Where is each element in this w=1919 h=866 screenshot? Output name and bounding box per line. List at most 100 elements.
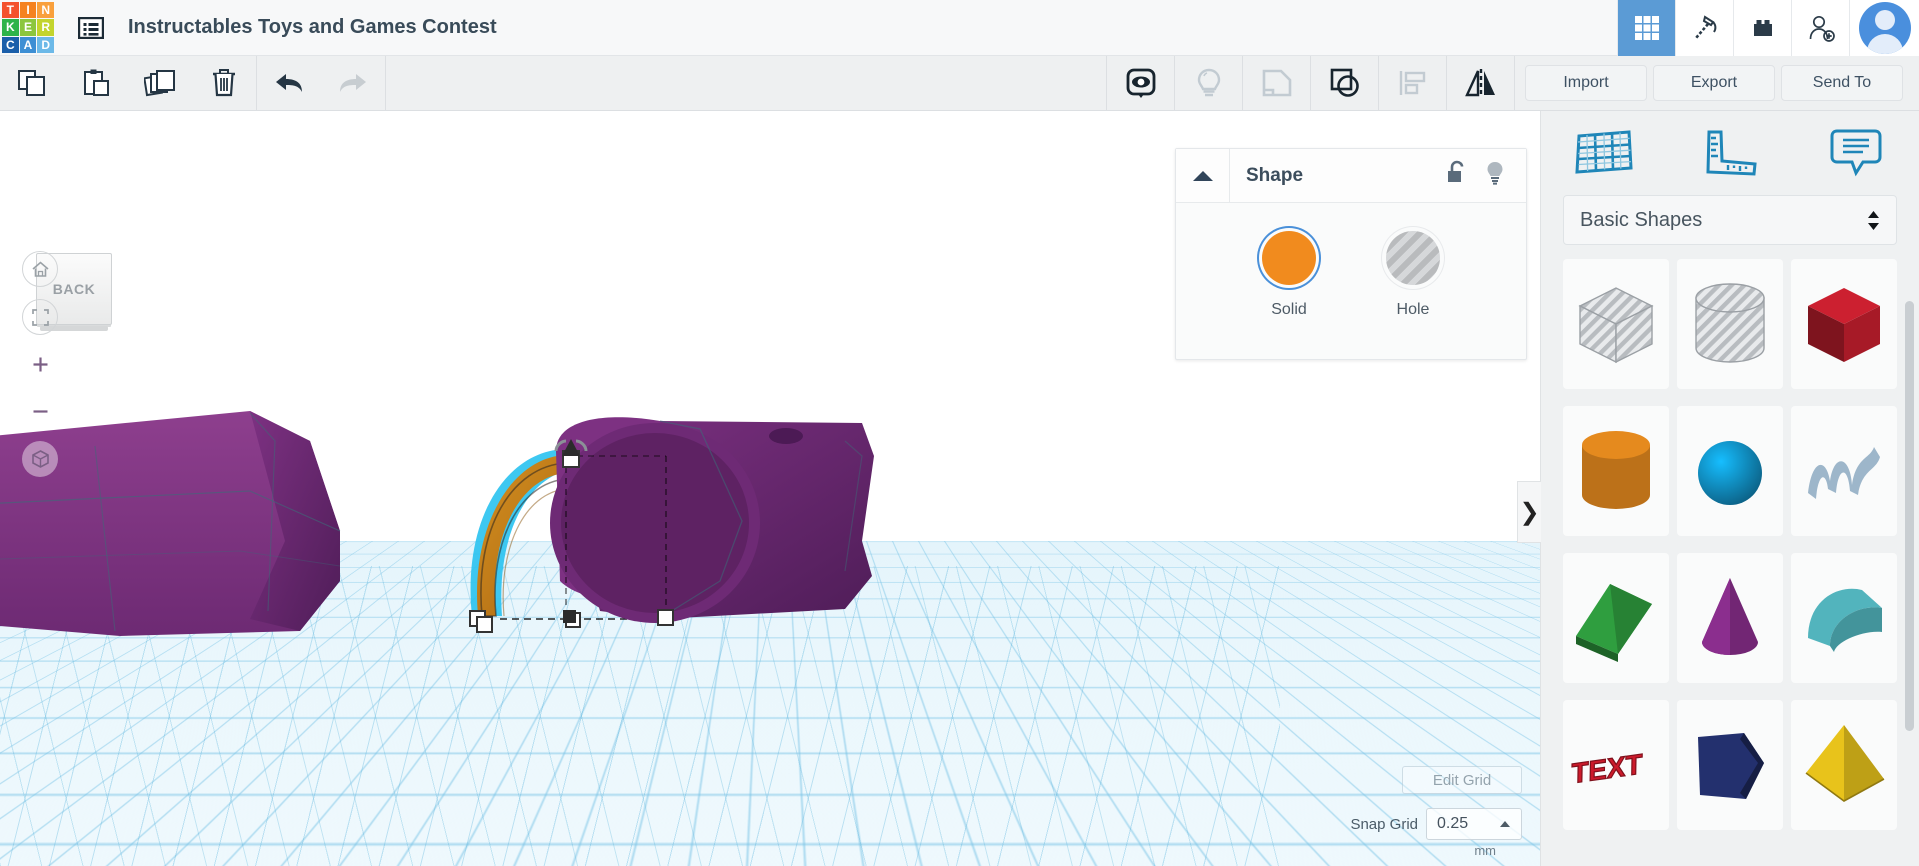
app-header: TIN KER CAD Instructables Toys and Games C… <box>0 0 1919 56</box>
hole-box-shape[interactable] <box>1563 259 1669 389</box>
duplicate-icon[interactable] <box>128 56 192 111</box>
tinkercad-app: TIN KER CAD Instructables Toys and Games C… <box>0 0 1919 866</box>
mirror-icon[interactable] <box>1446 55 1514 111</box>
shape-panel-header: Shape <box>1176 149 1526 203</box>
lightbulb-icon[interactable] <box>1484 160 1506 191</box>
add-person-icon[interactable] <box>1791 0 1849 56</box>
export-button[interactable]: Export <box>1653 65 1775 101</box>
blocks-icon[interactable] <box>1733 0 1791 56</box>
green-roof-shape[interactable] <box>1563 553 1669 683</box>
blue-sphere-shape-thumb <box>1698 441 1762 505</box>
sidebar-tabs <box>1541 111 1919 195</box>
shape-gallery: TEXT <box>1563 259 1897 839</box>
shape-properties-panel: Shape Solid Hole <box>1175 148 1527 360</box>
pickaxe-icon[interactable] <box>1675 0 1733 56</box>
sidebar-scrollbar[interactable] <box>1905 301 1914 731</box>
text-shape[interactable]: TEXT <box>1563 700 1669 830</box>
group-icon[interactable] <box>1310 55 1378 111</box>
solid-swatch[interactable]: Solid <box>1262 231 1316 319</box>
logo-tile-d-8: D <box>37 36 54 54</box>
logo-tile-t-0: T <box>2 1 19 19</box>
category-select-wrap: Basic Shapes <box>1541 195 1919 245</box>
lightbulb-icon[interactable] <box>1174 55 1242 111</box>
navy-polygon-shape[interactable] <box>1677 700 1783 830</box>
hole-swatch[interactable]: Hole <box>1386 231 1440 319</box>
solid-swatch-label: Solid <box>1271 301 1307 318</box>
yellow-pyramid-shape[interactable] <box>1791 700 1897 830</box>
avatar[interactable] <box>1849 0 1919 56</box>
fit-to-view-icon[interactable] <box>22 299 58 335</box>
align-icon[interactable] <box>1378 55 1446 111</box>
teal-halfcylinder-shape[interactable] <box>1791 553 1897 683</box>
snap-grid-row: Snap Grid 0.25 <box>1350 808 1522 840</box>
copy-icon[interactable] <box>0 56 64 111</box>
chevron-up-icon <box>1500 821 1510 827</box>
paste-icon[interactable] <box>64 56 128 111</box>
logo-tile-k-3: K <box>2 19 19 36</box>
logo-tile-c-6: C <box>2 36 19 54</box>
main-toolbar: Import Export Send To <box>0 55 1919 111</box>
notes-tab[interactable] <box>1793 111 1919 195</box>
shape-type-options: Solid Hole <box>1176 203 1526 319</box>
navy-polygon-shape-thumb <box>1698 733 1764 799</box>
unlock-icon[interactable] <box>1446 160 1468 191</box>
purple-cone-shape-thumb <box>1702 578 1758 655</box>
shapes-sidebar: ❯ Basic Shapes TEXT <box>1517 111 1919 866</box>
grid-designs-icon[interactable] <box>1617 0 1675 56</box>
orange-cylinder-shape[interactable] <box>1563 406 1669 536</box>
green-roof-shape-thumb <box>1576 584 1652 662</box>
ungroup-icon[interactable] <box>1242 55 1310 111</box>
grid-controls: Edit Grid Snap Grid 0.25 mm <box>1350 766 1522 858</box>
view-eye-icon[interactable] <box>1106 55 1174 111</box>
redo-icon[interactable] <box>321 56 385 111</box>
avatar-image <box>1858 1 1911 54</box>
chevron-right-icon[interactable]: ❯ <box>1517 481 1541 543</box>
snap-grid-select[interactable]: 0.25 <box>1426 808 1522 840</box>
logo-tile-a-7: A <box>19 36 37 54</box>
shape-panel-header-icons <box>1446 160 1526 191</box>
send-to-button[interactable]: Send To <box>1781 65 1903 101</box>
solid-swatch-circle <box>1262 231 1316 285</box>
edit-grid-button[interactable]: Edit Grid <box>1402 766 1522 794</box>
chevron-up-icon[interactable] <box>1176 149 1230 202</box>
red-box-shape-thumb <box>1808 288 1880 362</box>
logo-tile-n-2: N <box>37 1 54 19</box>
svg-text:TEXT: TEXT <box>1571 747 1642 789</box>
home-view-icon[interactable] <box>22 251 58 287</box>
toolbar-divider-2 <box>385 55 386 111</box>
scribble-shape[interactable] <box>1791 406 1897 536</box>
logo-tile-e-4: E <box>19 19 37 36</box>
hole-cylinder-shape[interactable] <box>1677 259 1783 389</box>
tinkercad-logo[interactable]: TIN KER CAD <box>0 0 56 56</box>
orange-cylinder-shape-thumb <box>1582 431 1650 509</box>
logo-tile-r-5: R <box>37 19 54 36</box>
snap-grid-value: 0.25 <box>1437 815 1469 832</box>
undo-icon[interactable] <box>257 56 321 111</box>
shape-panel-title: Shape <box>1246 164 1304 186</box>
hole-swatch-label: Hole <box>1396 301 1430 318</box>
workplane-tab[interactable] <box>1541 111 1667 195</box>
hole-swatch-circle <box>1386 231 1440 285</box>
snap-grid-unit: mm <box>1474 843 1496 858</box>
zoom-in-icon[interactable] <box>22 346 58 382</box>
header-icon-group <box>1617 0 1849 56</box>
purple-cone-shape[interactable] <box>1677 553 1783 683</box>
red-box-shape[interactable] <box>1791 259 1897 389</box>
zoom-out-icon[interactable] <box>22 393 58 429</box>
blue-sphere-shape[interactable] <box>1677 406 1783 536</box>
teal-halfcylinder-shape-thumb <box>1808 588 1882 652</box>
yellow-pyramid-shape-thumb <box>1805 725 1885 802</box>
import-button[interactable]: Import <box>1525 65 1647 101</box>
ortho-perspective-icon[interactable] <box>22 441 58 477</box>
list-menu-icon[interactable] <box>74 11 108 45</box>
hole-box-shape-thumb <box>1578 287 1654 364</box>
toolbar-action-buttons: Import Export Send To <box>1514 55 1919 111</box>
spinner-arrows-icon <box>1867 210 1880 230</box>
snap-grid-label: Snap Grid <box>1350 815 1418 833</box>
page-title: Instructables Toys and Games Contest <box>128 16 497 38</box>
delete-icon[interactable] <box>192 56 256 111</box>
category-select[interactable]: Basic Shapes <box>1563 195 1897 245</box>
scribble-shape-thumb <box>1808 447 1880 499</box>
ruler-tab[interactable] <box>1667 111 1793 195</box>
hole-cylinder-shape-thumb <box>1695 283 1765 363</box>
